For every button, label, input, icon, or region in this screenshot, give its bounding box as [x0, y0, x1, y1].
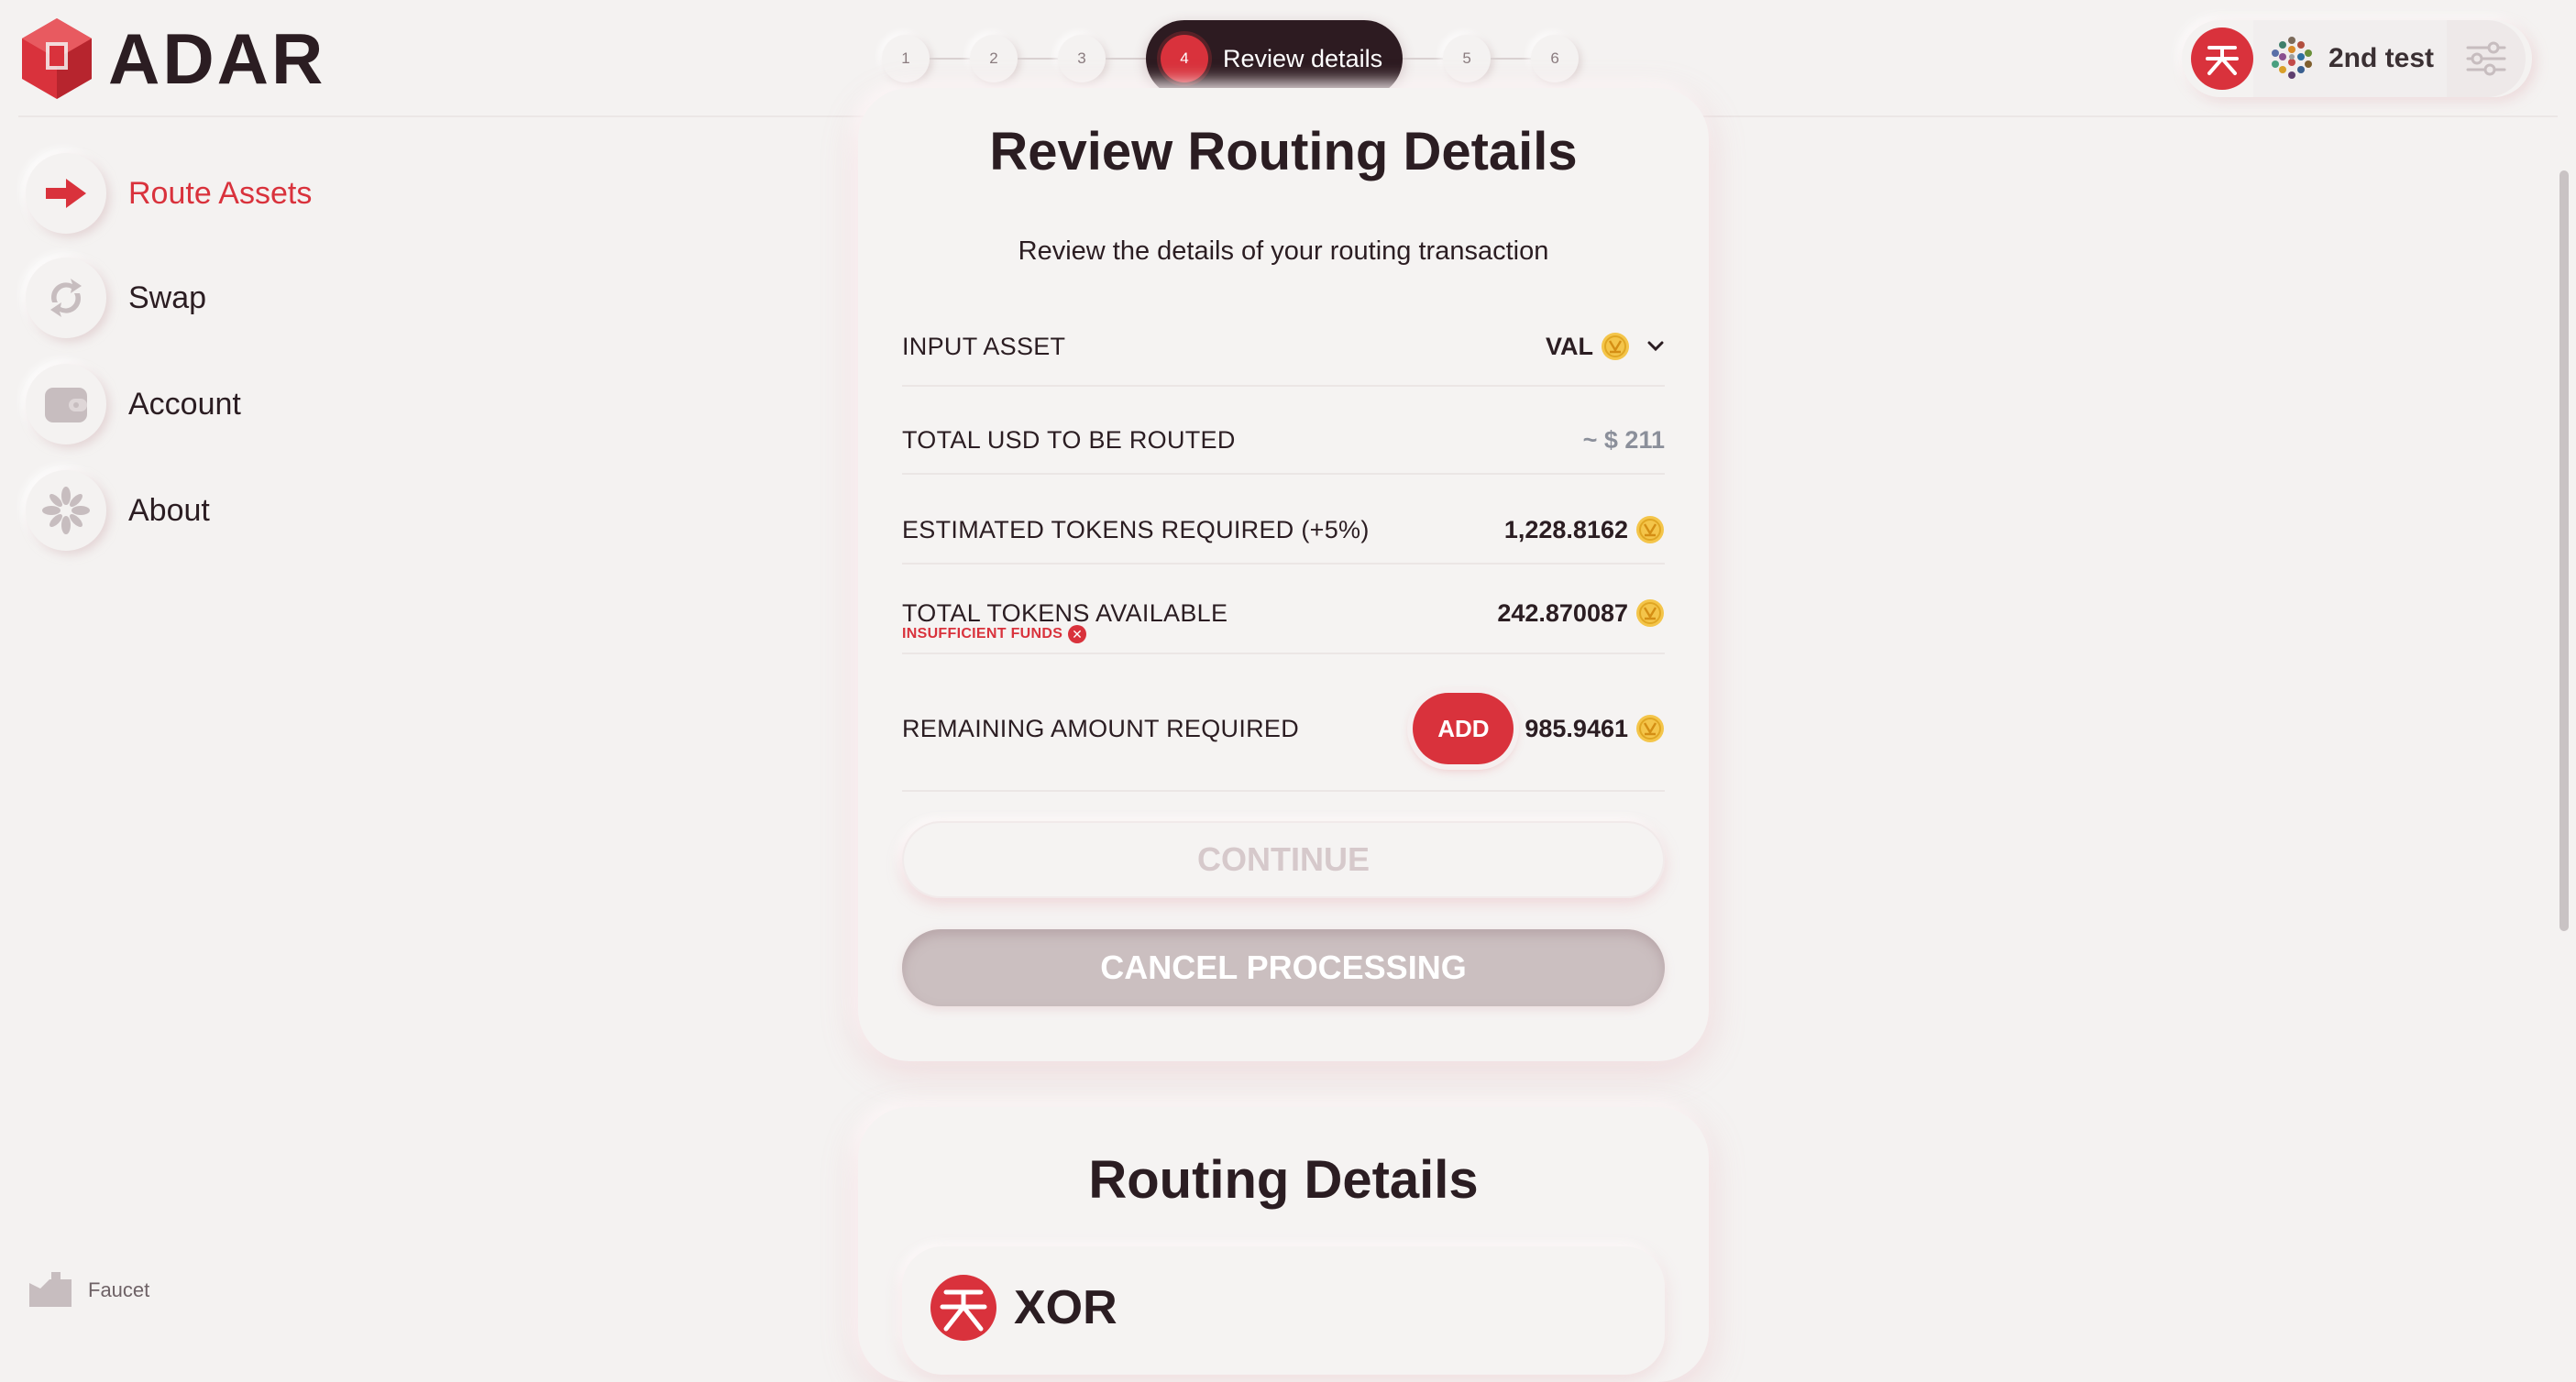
val-token-icon [1636, 715, 1664, 742]
sidebar-item-label: Route Assets [128, 175, 313, 211]
insufficient-funds-warning: INSUFFICIENT FUNDS ✕ [902, 625, 1087, 643]
step-connector [930, 58, 970, 60]
input-asset-value: VAL [1546, 332, 1593, 360]
estimated-tokens-row: ESTIMATED TOKENS REQUIRED (+5%) 1,228.81… [902, 500, 1665, 559]
sidebar-item-route-assets[interactable]: Route Assets [26, 152, 312, 235]
faucet-icon [29, 1272, 72, 1307]
row-divider [902, 790, 1665, 792]
step-connector [1018, 58, 1058, 60]
error-x-icon: ✕ [1068, 625, 1087, 643]
sidebar-item-label: Swap [128, 280, 207, 315]
wallet-name: 2nd test [2328, 43, 2435, 73]
add-funds-button[interactable]: ADD [1413, 693, 1514, 764]
cancel-processing-button[interactable]: CANCEL PROCESSING [902, 929, 1665, 1006]
review-subtitle: Review the details of your routing trans… [1018, 236, 1549, 266]
step-4-active[interactable]: 4 Review details [1146, 20, 1404, 97]
adar-cube-icon [22, 18, 92, 99]
flower-icon [26, 470, 106, 551]
available-tokens-value: 242.870087 [1497, 598, 1628, 627]
wallet-widget[interactable]: 2nd test [2182, 20, 2532, 97]
step-1[interactable]: 1 [882, 35, 930, 82]
routing-details-card: Routing Details XOR [858, 1107, 1709, 1382]
routing-title: Routing Details [1088, 1150, 1479, 1210]
logo-text: ADAR [108, 17, 326, 99]
sidebar-item-swap[interactable]: Swap [26, 257, 206, 339]
step-5[interactable]: 5 [1443, 35, 1492, 82]
warning-text: INSUFFICIENT FUNDS [902, 626, 1063, 642]
xor-asset-label: XOR [1014, 1281, 1117, 1334]
review-title: Review Routing Details [989, 122, 1578, 181]
sidebar-item-account[interactable]: Account [26, 363, 241, 445]
step-connector [1403, 58, 1444, 60]
val-token-icon [1636, 516, 1664, 543]
row-divider [902, 653, 1665, 654]
step-connector [1491, 58, 1532, 60]
input-asset-label: INPUT ASSET [902, 332, 1066, 360]
total-usd-row: TOTAL USD TO BE ROUTED ~ $ 211 [902, 411, 1665, 469]
step-6[interactable]: 6 [1531, 35, 1580, 82]
val-token-icon [1602, 333, 1629, 360]
settings-button[interactable] [2447, 20, 2526, 97]
available-tokens-label: TOTAL TOKENS AVAILABLE [902, 598, 1228, 627]
total-usd-label: TOTAL USD TO BE ROUTED [902, 425, 1236, 454]
step-3[interactable]: 3 [1058, 35, 1106, 82]
sora-logo-icon[interactable] [2191, 27, 2253, 90]
input-asset-selector[interactable]: VAL [1546, 332, 1665, 361]
sidebar-item-label: About [128, 492, 210, 528]
input-asset-row: INPUT ASSET VAL [902, 317, 1665, 376]
wallet-account[interactable]: 2nd test [2253, 20, 2448, 97]
progress-stepper: 1 2 3 4 Review details 5 6 [882, 20, 1580, 97]
sidebar-item-about[interactable]: About [26, 469, 210, 552]
adar-logo[interactable]: ADAR [18, 15, 325, 103]
active-step-label: Review details [1223, 44, 1383, 72]
val-token-icon [1636, 599, 1664, 627]
wallet-icon [26, 364, 106, 444]
page-scrollbar[interactable] [2559, 170, 2569, 931]
step-connector [1106, 58, 1146, 60]
row-divider [902, 473, 1665, 475]
sliders-icon [2466, 41, 2506, 76]
estimated-tokens-value: 1,228.8162 [1503, 515, 1628, 543]
identicon-icon [2272, 37, 2312, 79]
remaining-amount-row: REMAINING AMOUNT REQUIRED ADD 985.9461 [902, 687, 1665, 770]
remaining-amount-label: REMAINING AMOUNT REQUIRED [902, 714, 1300, 742]
estimated-tokens-label: ESTIMATED TOKENS REQUIRED (+5%) [902, 515, 1370, 543]
xor-token-icon [930, 1275, 996, 1341]
sidebar-item-label: Account [128, 386, 241, 422]
review-routing-card: Review Routing Details Review the detail… [858, 88, 1709, 1061]
step-2[interactable]: 2 [970, 35, 1018, 82]
faucet-label: Faucet [88, 1278, 150, 1301]
xor-asset-panel[interactable]: XOR [902, 1246, 1665, 1375]
row-divider [902, 563, 1665, 565]
row-divider [902, 385, 1665, 387]
arrow-right-icon [26, 153, 106, 234]
continue-button[interactable]: CONTINUE [902, 821, 1665, 898]
total-usd-value: ~ $ 211 [1582, 425, 1665, 454]
chevron-down-icon [1647, 341, 1664, 352]
active-step-number: 4 [1161, 35, 1208, 82]
swap-arrows-icon [26, 258, 106, 338]
remaining-amount-value: 985.9461 [1525, 714, 1628, 742]
faucet-link[interactable]: Faucet [28, 1270, 149, 1311]
